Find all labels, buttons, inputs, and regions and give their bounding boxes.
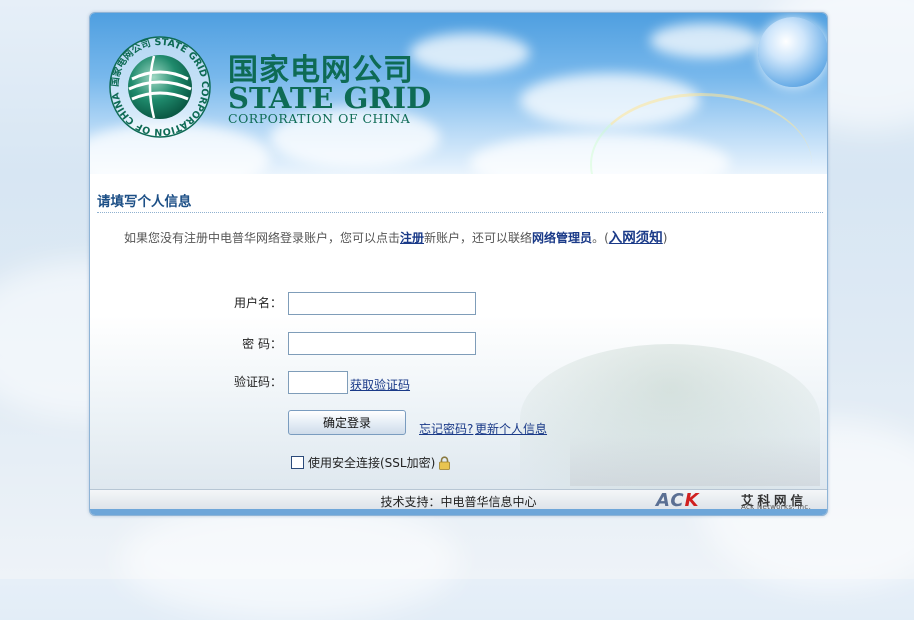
captcha-input[interactable]: [288, 371, 348, 394]
ack-mark: ACK: [656, 490, 700, 511]
notice-prefix: 如果您没有注册中电普华网络登录账户，您可以点击: [124, 231, 401, 245]
captcha-label: 验证码：: [233, 375, 282, 389]
password-input[interactable]: [288, 332, 476, 355]
forgot-password-link[interactable]: 忘记密码?: [419, 420, 473, 437]
register-link[interactable]: 注册: [400, 231, 424, 245]
login-panel: 国家电网公司 STATE GRID CORPORATION OF CHINA 国…: [89, 12, 828, 516]
section-title: 请填写个人信息: [97, 194, 192, 210]
background-city: [570, 436, 820, 486]
access-rules-link[interactable]: 入网须知: [609, 230, 663, 246]
registration-notice: 如果您没有注册中电普华网络登录账户，您可以点击注册新账户，还可以联络网络管理员。…: [124, 226, 667, 246]
ssl-option: 使用安全连接(SSL加密): [291, 454, 451, 470]
login-button[interactable]: 确定登录: [288, 410, 406, 435]
password-label: 密 码：: [242, 337, 282, 351]
notice-paren-open: 。(: [592, 231, 609, 245]
ssl-checkbox[interactable]: [291, 456, 304, 469]
footer-bar: 技术支持：中电普华信息中心 ACK 艾科网信 Ack Networks, Inc…: [90, 489, 827, 511]
bottom-strip: [90, 509, 827, 515]
planet-decoration: [758, 17, 827, 87]
username-label: 用户名：: [233, 296, 282, 310]
update-profile-link[interactable]: 更新个人信息: [475, 420, 547, 437]
username-input[interactable]: [288, 292, 476, 315]
notice-middle: 新账户，还可以联络: [424, 231, 533, 245]
ssl-label: 使用安全连接(SSL加密): [308, 456, 436, 470]
network-admin-link[interactable]: 网络管理员: [532, 231, 592, 245]
lock-icon: [439, 455, 451, 470]
login-form-area: 请填写个人信息 如果您没有注册中电普华网络登录账户，您可以点击注册新账户，还可以…: [90, 174, 827, 494]
support-text: 技术支持：中电普华信息中心: [380, 495, 537, 509]
state-grid-logo: 国家电网公司 STATE GRID CORPORATION OF CHINA: [109, 36, 211, 138]
section-divider: [97, 212, 823, 213]
ack-networks-logo: ACK 艾科网信 Ack Networks, Inc.: [656, 490, 811, 511]
get-captcha-link[interactable]: 获取验证码: [350, 376, 410, 393]
header-banner: 国家电网公司 STATE GRID CORPORATION OF CHINA 国…: [90, 13, 827, 174]
notice-paren-close: ): [662, 231, 668, 245]
brand-name-en: STATE GRID: [228, 81, 432, 115]
brand-subtitle: CORPORATION OF CHINA: [228, 111, 411, 126]
